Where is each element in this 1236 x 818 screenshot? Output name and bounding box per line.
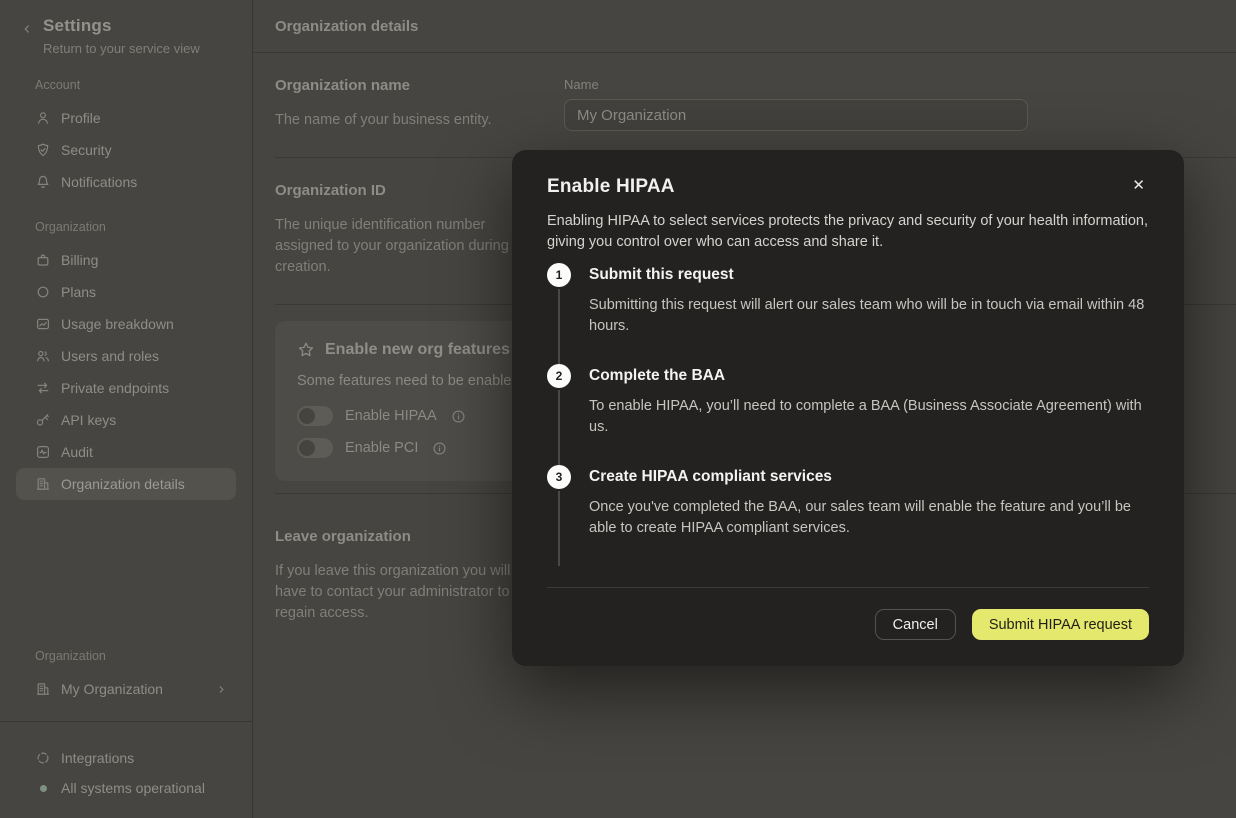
- chart-icon: [35, 316, 51, 332]
- close-icon: ✕: [1132, 177, 1145, 194]
- app-root: Settings Return to your service view Acc…: [0, 0, 1236, 818]
- sidebar-item-label: Users and roles: [61, 348, 159, 364]
- enable-pci-toggle[interactable]: [297, 438, 333, 458]
- sidebar-item-label: Notifications: [61, 174, 137, 190]
- star-icon: [297, 341, 315, 359]
- sidebar-item-label: Plans: [61, 284, 96, 300]
- leave-organization-title: Leave organization: [275, 528, 543, 545]
- info-icon[interactable]: [432, 441, 447, 456]
- sidebar-item-api-keys[interactable]: API keys: [16, 404, 236, 436]
- step-title: Complete the BAA: [589, 367, 1149, 385]
- modal-title: Enable HIPAA: [547, 176, 675, 198]
- page-header: Organization details: [253, 0, 1236, 53]
- circle-icon: [35, 284, 51, 300]
- page-title: Organization details: [275, 18, 418, 35]
- bag-icon: [35, 252, 51, 268]
- step-connector: [558, 390, 560, 465]
- status-dot: [40, 785, 47, 792]
- step-title: Submit this request: [589, 266, 1149, 284]
- sidebar-subtitle: Return to your service view: [43, 41, 200, 56]
- sidebar-item-plans[interactable]: Plans: [16, 276, 236, 308]
- org-name-input[interactable]: [564, 99, 1028, 131]
- back-button[interactable]: [20, 16, 36, 39]
- sidebar-item-users-and-roles[interactable]: Users and roles: [16, 340, 236, 372]
- integrations-icon: [35, 750, 51, 766]
- modal-step-1: 1 Submit this request Submitting this re…: [547, 263, 1149, 364]
- org-name-description: The name of your business entity.: [275, 110, 537, 131]
- building-icon: [35, 681, 51, 697]
- info-icon[interactable]: [451, 409, 466, 424]
- modal-footer: Cancel Submit HIPAA request: [547, 587, 1149, 640]
- step-description: Submitting this request will alert our s…: [589, 295, 1149, 337]
- step-description: Once you've completed the BAA, our sales…: [589, 497, 1149, 539]
- sidebar-item-private-endpoints[interactable]: Private endpoints: [16, 372, 236, 404]
- sidebar-group-account: Account: [35, 78, 252, 92]
- features-card-title: Enable new org features: [325, 341, 510, 359]
- sidebar-divider: [0, 721, 252, 722]
- sidebar-item-label: Audit: [61, 444, 93, 460]
- org-id-title: Organization ID: [275, 182, 543, 199]
- sidebar-group-organization: Organization: [35, 220, 252, 234]
- submit-hipaa-button[interactable]: Submit HIPAA request: [972, 609, 1149, 640]
- step-number-badge: 1: [547, 263, 571, 287]
- sidebar-item-my-organization[interactable]: My Organization: [16, 673, 236, 705]
- users-icon: [35, 348, 51, 364]
- sidebar-item-notifications[interactable]: Notifications: [16, 166, 236, 198]
- sidebar-item-label: Security: [61, 142, 112, 158]
- chevron-right-icon: [215, 683, 228, 696]
- step-connector: [558, 289, 560, 364]
- status-label: All systems operational: [61, 780, 205, 796]
- system-status[interactable]: All systems operational: [16, 774, 236, 802]
- sidebar-item-label: Organization details: [61, 476, 185, 492]
- sidebar-header: Settings Return to your service view: [0, 0, 252, 78]
- org-id-description: The unique identification number assigne…: [275, 215, 537, 278]
- sidebar-item-security[interactable]: Security: [16, 134, 236, 166]
- step-description: To enable HIPAA, you’ll need to complete…: [589, 396, 1149, 438]
- sidebar-item-profile[interactable]: Profile: [16, 102, 236, 134]
- person-icon: [35, 110, 51, 126]
- modal-step-3: 3 Create HIPAA compliant services Once y…: [547, 465, 1149, 566]
- sidebar-item-label: Billing: [61, 252, 98, 268]
- shield-check-icon: [35, 142, 51, 158]
- sidebar-item-label: Private endpoints: [61, 380, 169, 396]
- step-connector: [558, 491, 560, 566]
- org-name-section: Organization name The name of your busin…: [275, 53, 1236, 158]
- activity-icon: [35, 444, 51, 460]
- enable-hipaa-label: Enable HIPAA: [345, 408, 437, 424]
- sidebar-item-billing[interactable]: Billing: [16, 244, 236, 276]
- org-name-title: Organization name: [275, 77, 543, 94]
- toggle-knob: [299, 408, 315, 424]
- enable-hipaa-modal: Enable HIPAA ✕ Enabling HIPAA to select …: [512, 150, 1184, 666]
- step-number-badge: 3: [547, 465, 571, 489]
- building-icon: [35, 476, 51, 492]
- chevron-left-icon: [20, 24, 34, 39]
- sidebar-bottom: Organization My Organization Integration…: [0, 649, 252, 818]
- sidebar-group-organization-switcher: Organization: [35, 649, 252, 663]
- enable-hipaa-toggle[interactable]: [297, 406, 333, 426]
- modal-step-2: 2 Complete the BAA To enable HIPAA, you’…: [547, 364, 1149, 465]
- sidebar-item-organization-details[interactable]: Organization details: [16, 468, 236, 500]
- sidebar-item-label: Profile: [61, 110, 101, 126]
- key-icon: [35, 412, 51, 428]
- toggle-knob: [299, 440, 315, 456]
- sidebar-item-audit[interactable]: Audit: [16, 436, 236, 468]
- sidebar-item-integrations[interactable]: Integrations: [16, 742, 236, 774]
- enable-pci-label: Enable PCI: [345, 440, 418, 456]
- step-number-badge: 2: [547, 364, 571, 388]
- leave-organization-description: If you leave this organization you will …: [275, 561, 537, 624]
- sidebar-title: Settings: [43, 16, 200, 36]
- sidebar-item-label: Integrations: [61, 750, 134, 766]
- close-button[interactable]: ✕: [1128, 176, 1149, 195]
- cancel-button[interactable]: Cancel: [875, 609, 956, 640]
- arrows-swap-icon: [35, 380, 51, 396]
- sidebar: Settings Return to your service view Acc…: [0, 0, 253, 818]
- sidebar-item-label: My Organization: [61, 681, 163, 697]
- modal-intro: Enabling HIPAA to select services protec…: [547, 211, 1149, 253]
- bell-icon: [35, 174, 51, 190]
- sidebar-item-label: API keys: [61, 412, 116, 428]
- step-title: Create HIPAA compliant services: [589, 468, 1149, 486]
- name-field-label: Name: [564, 77, 1212, 92]
- sidebar-item-usage-breakdown[interactable]: Usage breakdown: [16, 308, 236, 340]
- sidebar-item-label: Usage breakdown: [61, 316, 174, 332]
